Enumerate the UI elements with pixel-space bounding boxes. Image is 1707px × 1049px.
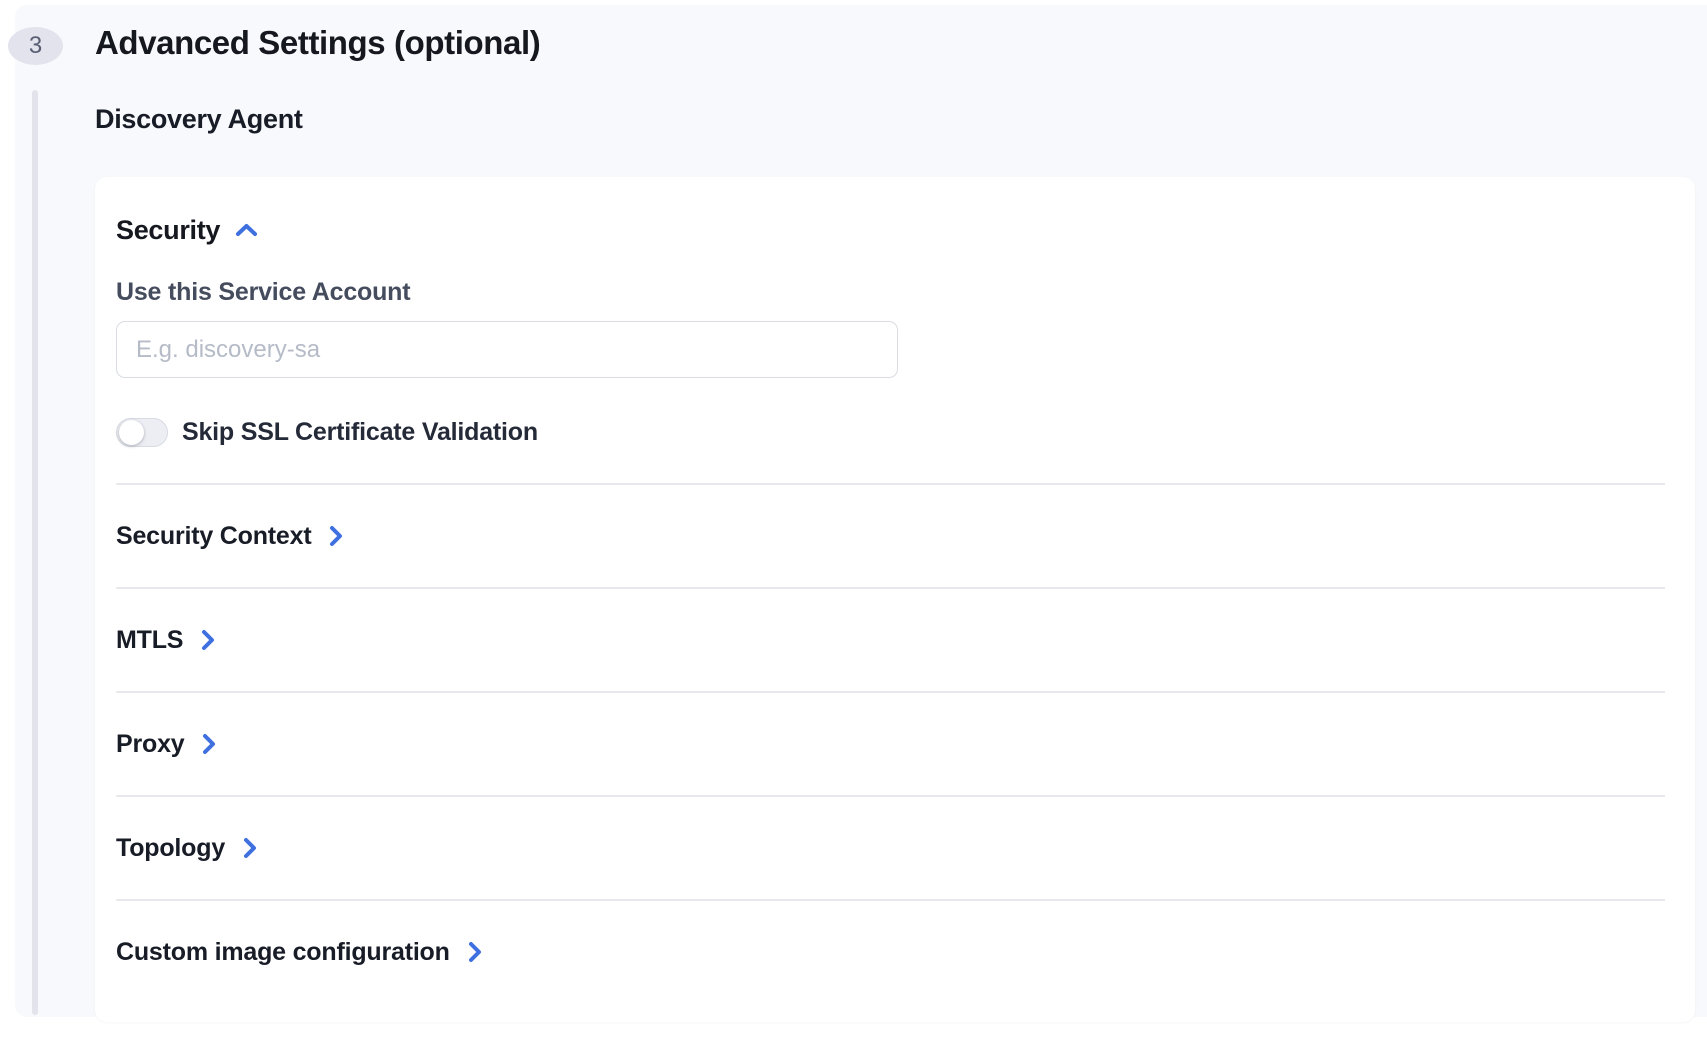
section-row-label: Topology <box>116 834 225 863</box>
service-account-label: Use this Service Account <box>116 278 1665 307</box>
service-account-input[interactable] <box>116 321 898 378</box>
section-row-label: Security Context <box>116 522 311 551</box>
ssl-validation-toggle[interactable] <box>116 418 168 447</box>
step-number: 3 <box>29 32 42 60</box>
security-section-header[interactable]: Security <box>116 215 1665 245</box>
security-section-label: Security <box>116 215 220 246</box>
section-row-topology[interactable]: Topology <box>116 797 1665 899</box>
section-row-security-context[interactable]: Security Context <box>116 485 1665 587</box>
section-row-label: Proxy <box>116 730 184 759</box>
discovery-agent-card: Security Use this Service Account Skip S… <box>95 177 1695 1022</box>
step-connector-line <box>32 90 38 1015</box>
section-subtitle: Discovery Agent <box>95 104 303 135</box>
chevron-right-icon <box>326 523 346 549</box>
section-row-label: Custom image configuration <box>116 938 450 967</box>
ssl-toggle-label: Skip SSL Certificate Validation <box>182 418 538 447</box>
section-row-proxy[interactable]: Proxy <box>116 693 1665 795</box>
toggle-knob <box>119 420 144 445</box>
chevron-right-icon <box>199 731 219 757</box>
section-row-label: MTLS <box>116 626 183 655</box>
step-number-badge: 3 <box>8 27 63 65</box>
chevron-up-icon <box>234 221 259 239</box>
chevron-right-icon <box>465 939 485 965</box>
section-row-mtls[interactable]: MTLS <box>116 589 1665 691</box>
chevron-right-icon <box>198 627 218 653</box>
section-row-custom-image-configuration[interactable]: Custom image configuration <box>116 901 1665 1003</box>
page-title: Advanced Settings (optional) <box>95 24 540 62</box>
ssl-toggle-row: Skip SSL Certificate Validation <box>116 418 1665 447</box>
chevron-right-icon <box>240 835 260 861</box>
